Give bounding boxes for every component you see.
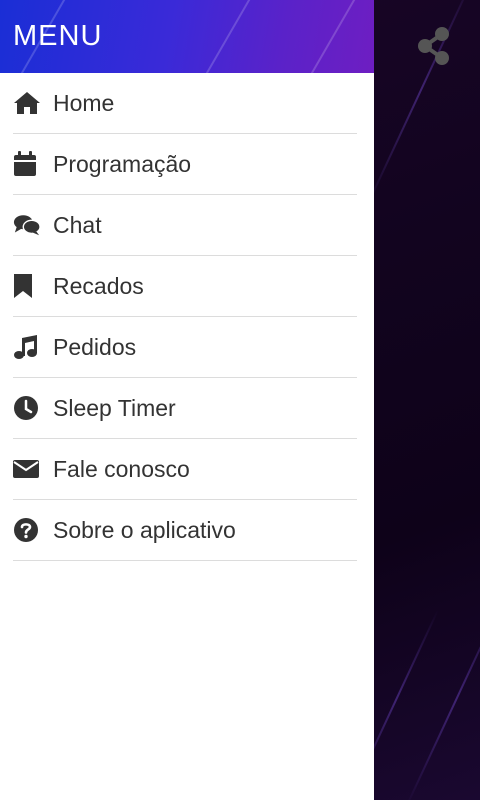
menu-item-recados[interactable]: Recados [13, 256, 357, 317]
header-streak [295, 0, 367, 73]
menu-item-label: Sobre o aplicativo [53, 516, 236, 543]
menu-item-label: Chat [53, 211, 102, 238]
navigation-drawer: MENU Home Programação Chat Recados Pedid… [0, 0, 374, 800]
drawer-header: MENU [0, 0, 374, 73]
menu-item-label: Recados [53, 272, 144, 299]
menu-item-chat[interactable]: Chat [13, 195, 357, 256]
menu-item-sleep-timer[interactable]: Sleep Timer [13, 378, 357, 439]
menu-item-pedidos[interactable]: Pedidos [13, 317, 357, 378]
menu-item-label: Home [53, 89, 115, 116]
home-icon [13, 90, 41, 116]
share-button[interactable] [416, 26, 452, 66]
header-streak [190, 0, 262, 73]
music-icon [13, 334, 41, 360]
menu-item-home[interactable]: Home [13, 73, 357, 134]
bookmark-icon [13, 273, 41, 299]
menu-item-label: Fale conosco [53, 455, 190, 482]
question-circle-icon [13, 517, 41, 543]
menu-list: Home Programação Chat Recados Pedidos Sl… [0, 73, 374, 561]
envelope-icon [13, 456, 41, 482]
menu-item-label: Programação [53, 150, 192, 177]
menu-item-label: Sleep Timer [53, 394, 176, 421]
app-screen: MENU Home Programação Chat Recados Pedid… [0, 0, 480, 800]
menu-item-fale-conosco[interactable]: Fale conosco [13, 439, 357, 500]
calendar-icon [13, 151, 41, 177]
menu-title: MENU [13, 20, 103, 52]
share-icon [418, 27, 449, 65]
menu-item-programacao[interactable]: Programação [13, 134, 357, 195]
menu-item-sobre[interactable]: Sobre o aplicativo [13, 500, 357, 561]
menu-item-label: Pedidos [53, 333, 137, 360]
chat-icon [13, 212, 41, 238]
clock-icon [13, 395, 41, 421]
background-streak [404, 590, 480, 800]
